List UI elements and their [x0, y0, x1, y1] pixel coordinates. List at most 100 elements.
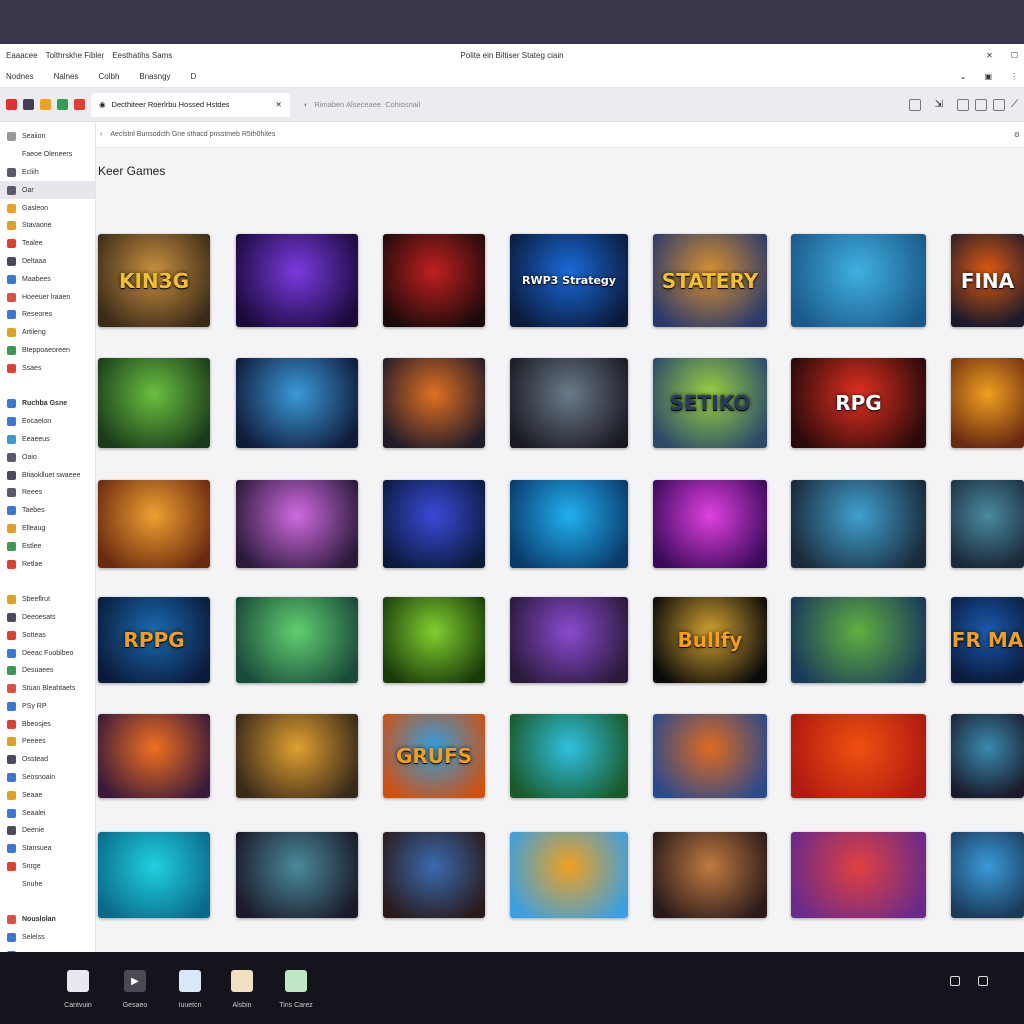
sidebar-item[interactable]: PSy RP [0, 698, 95, 716]
game-tile[interactable]: STATERY [653, 234, 767, 327]
game-tile[interactable] [510, 832, 628, 918]
menu-item[interactable]: Nodnes [6, 72, 34, 81]
game-tile[interactable] [510, 597, 628, 683]
game-tile[interactable]: RWP3 Strategy [510, 234, 628, 327]
extension-icon[interactable] [6, 99, 17, 110]
menu-item[interactable]: Colbh [98, 72, 119, 81]
clipboard-icon[interactable] [993, 98, 1005, 111]
url-text[interactable]: Aeclstnl Bunsodcth Gne sthacd pnsstmeb R… [110, 131, 1005, 138]
sidebar-item[interactable]: Btiaoklluet swaeee [0, 466, 95, 484]
sidebar-item[interactable]: Oaio [0, 448, 95, 466]
game-tile[interactable] [791, 234, 926, 327]
game-tile[interactable]: GRUFS [383, 714, 485, 798]
game-tile[interactable]: RPPG [98, 597, 210, 683]
tray-icon[interactable] [978, 976, 988, 986]
game-tile[interactable] [236, 234, 358, 327]
game-tile[interactable] [653, 832, 767, 918]
game-tile[interactable] [653, 480, 767, 568]
tab-active[interactable]: ◉ Decthiteer Roerlrbu Hossed Hstdes ✕ [91, 92, 290, 117]
tab-inactive[interactable]: ◐ Rimaben Alseceaee. Cohiosnail [296, 93, 428, 117]
expand-icon[interactable]: ⟋ [1011, 99, 1018, 110]
sidebar-item[interactable]: Stavaone [0, 217, 95, 235]
game-tile[interactable]: SETIKO [653, 358, 767, 448]
game-tile[interactable] [510, 714, 628, 798]
sidebar-item[interactable]: Ruchba Gsne [0, 395, 95, 413]
sidebar-item[interactable]: Seaae [0, 786, 95, 804]
sidebar-item[interactable]: Deeoesats [0, 609, 95, 627]
game-tile[interactable] [236, 480, 358, 568]
sidebar-item[interactable]: Peeees [0, 733, 95, 751]
sidebar-item[interactable]: Reseores [0, 306, 95, 324]
game-tile[interactable] [236, 714, 358, 798]
game-tile[interactable] [791, 832, 926, 918]
game-tile[interactable] [791, 597, 926, 683]
game-tile[interactable] [653, 714, 767, 798]
sidebar-item[interactable]: Ssaes [0, 359, 95, 377]
game-tile[interactable] [383, 832, 485, 918]
game-tile[interactable] [98, 832, 210, 918]
sidebar-item[interactable]: Seaiion [0, 128, 95, 146]
sidebar-item[interactable]: Deltaaa [0, 253, 95, 271]
game-tile[interactable] [383, 358, 485, 448]
sidebar-item[interactable]: Gasleon [0, 199, 95, 217]
tray-icon[interactable] [950, 976, 960, 986]
sidebar-item[interactable]: Stansuea [0, 840, 95, 858]
screenshot-icon[interactable] [957, 98, 969, 111]
menu-item[interactable]: Nalnes [54, 72, 79, 81]
sidebar-item[interactable] [0, 377, 95, 395]
game-tile[interactable] [383, 597, 485, 683]
game-tile[interactable] [510, 358, 628, 448]
extension-icon[interactable] [40, 99, 51, 110]
game-tile[interactable] [791, 714, 926, 798]
sidebar-item[interactable]: Hoeeuer lraaen [0, 288, 95, 306]
sidebar-item[interactable]: Snrge [0, 858, 95, 876]
sidebar-item[interactable]: Osstead [0, 751, 95, 769]
close-icon[interactable]: ✕ [986, 51, 993, 60]
sidebar-item[interactable] [0, 893, 95, 911]
sidebar-item[interactable]: Reees [0, 484, 95, 502]
maximize-icon[interactable]: ☐ [1011, 51, 1018, 60]
game-tile[interactable] [951, 480, 1024, 568]
tab-close-icon[interactable]: ✕ [276, 100, 282, 109]
arrow-icon[interactable]: ⇲ [935, 99, 943, 110]
game-tile[interactable] [98, 358, 210, 448]
game-tile[interactable]: RPG [791, 358, 926, 448]
taskbar-app[interactable]: Tins Carez [266, 970, 326, 1009]
menu-item[interactable]: D [191, 72, 197, 81]
sidebar-item[interactable]: Deenie [0, 822, 95, 840]
sidebar-item[interactable]: Desuaees [0, 662, 95, 680]
game-tile[interactable] [236, 358, 358, 448]
folder-icon[interactable] [908, 98, 921, 111]
sidebar-item[interactable]: Eocaelon [0, 413, 95, 431]
game-tile[interactable] [951, 358, 1024, 448]
taskbar-app[interactable]: Iuuetcn [160, 970, 220, 1009]
sidebar-item[interactable]: Sbeeflrut [0, 591, 95, 609]
game-tile[interactable]: KIN3G [98, 234, 210, 327]
game-tile[interactable]: Bullfy [653, 597, 767, 683]
game-tile[interactable] [791, 480, 926, 568]
sidebar-item[interactable]: Artileng [0, 324, 95, 342]
game-tile[interactable]: FINA [951, 234, 1024, 327]
sidebar-item[interactable]: Tealee [0, 235, 95, 253]
sidebar-item[interactable]: Seaalei [0, 804, 95, 822]
save-icon[interactable]: ▣ [984, 72, 992, 81]
extension-icon[interactable] [57, 99, 68, 110]
taskbar-app[interactable]: Cantvuin [48, 970, 108, 1009]
sidebar-item[interactable]: Nouslolan [0, 911, 95, 929]
sidebar-item[interactable] [0, 573, 95, 591]
back-icon[interactable]: ‹ [100, 131, 102, 138]
sidebar-item[interactable]: Estlee [0, 537, 95, 555]
sidebar-item[interactable]: Faeoe Oleneers [0, 146, 95, 164]
sidebar-item[interactable]: Selelss [0, 929, 95, 947]
taskbar-app[interactable]: ▶ Gesaeo [105, 970, 165, 1009]
game-tile[interactable] [98, 480, 210, 568]
sidebar-item[interactable]: Ecliih [0, 164, 95, 182]
game-tile[interactable] [510, 480, 628, 568]
sidebar-item[interactable]: Stuan Bleahtaets [0, 680, 95, 698]
sidebar-item[interactable]: Snuhe [0, 875, 95, 893]
sidebar-item[interactable]: Retlae [0, 555, 95, 573]
taskbar-app[interactable]: Alsbin [212, 970, 272, 1009]
extension-icon[interactable] [74, 99, 85, 110]
settings-icon[interactable]: ⚙ [1014, 131, 1020, 139]
menu-item[interactable]: Bnasngy [139, 72, 170, 81]
